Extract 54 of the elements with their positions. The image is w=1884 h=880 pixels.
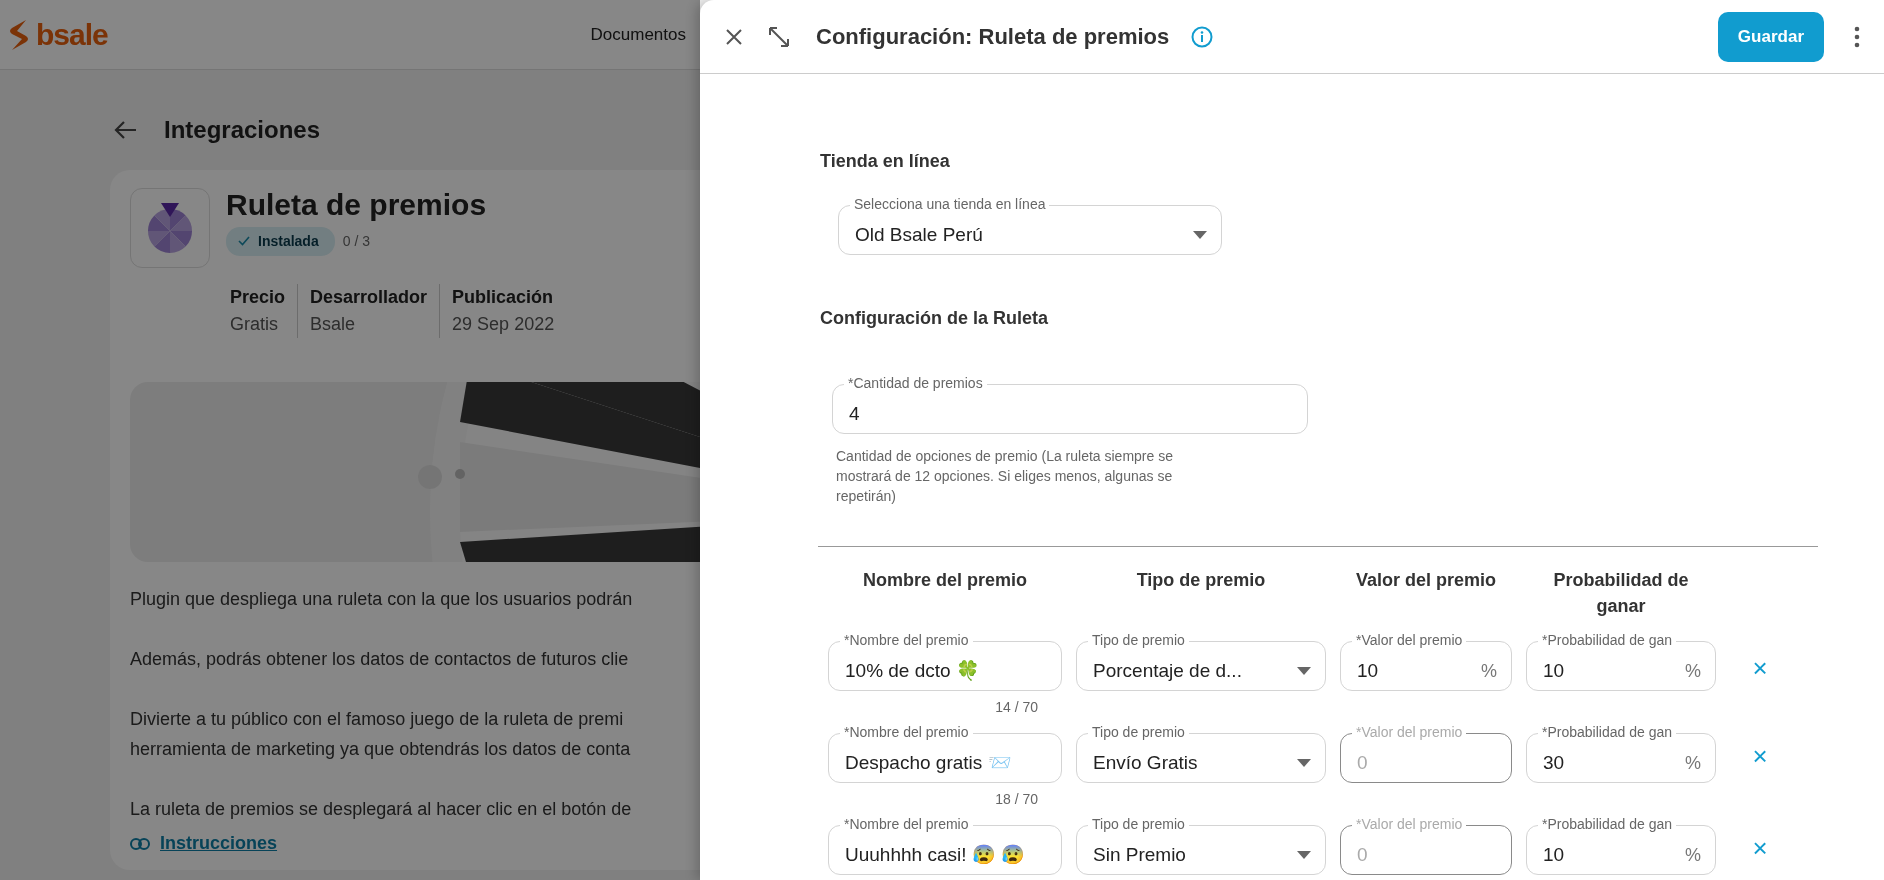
column-header: Nombre del premio [862,569,1028,592]
field-label: *Probabilidad de gan [1538,723,1676,741]
description-paragraph: Divierte a tu público con el famoso juego de la ruleta de premi herramienta de marketing ya que obtendrás los datos de conta [130,708,632,761]
field-label: Tipo de premio [1088,631,1189,649]
meta-value: 29 Sep 2022 [452,313,555,336]
description-paragraph: Plugin que despliega una ruleta con la que los usuarios podrán [130,588,634,611]
field-label: *Valor del premio [1352,631,1467,649]
help-text: Cantidad de opciones de premio (La ruleta siempre se mostrará de 12 opciones. Si eliges menos, algunas se repetirán) [836,447,1174,506]
unit-suffix: % [1481,659,1497,683]
caret-icon [1297,851,1311,859]
page-title: Integraciones [164,115,321,145]
app-name: Ruleta de premios [226,188,487,223]
check-icon [238,236,250,246]
section-heading: Tienda en línea [820,150,951,173]
caret-icon [1193,231,1207,239]
more-icon [1854,25,1860,48]
info-icon [1191,25,1214,48]
meta-label: Precio [230,286,286,309]
logo-text: bsale [36,17,108,53]
link-icon [130,837,150,850]
expand-icon [768,25,790,48]
field-label: *Nombre del premio [840,815,973,833]
nav-link[interactable]: Documentos [590,21,686,48]
drawer-title: Configuración: Ruleta de premios [816,23,1170,51]
status-badge: Instalada [226,226,335,256]
unit-suffix: % [1685,751,1701,775]
meta-value: Bsale [310,313,357,336]
description-paragraph: La ruleta de premios se desplegará al hacer clic en el botón de [130,798,633,820]
caret-icon [1297,759,1311,767]
close-icon [726,28,742,45]
field-label: *Valor del premio [1352,723,1467,741]
char-counter: 18 / 70 [994,790,1038,809]
field-label: *Valor del premio [1352,815,1467,833]
field-label: *Cantidad de premios [844,374,987,392]
meta-label: Desarrollador [310,286,428,309]
unit-suffix: % [1685,659,1701,683]
caret-icon [1297,667,1311,675]
field-label: *Probabilidad de gan [1538,815,1676,833]
char-counter: 14 / 70 [994,698,1038,717]
field-label: *Nombre del premio [840,631,973,649]
install-count: 0 / 3 [342,231,370,251]
field-label: Tipo de premio [1088,815,1189,833]
field-label: Tipo de premio [1088,723,1189,741]
meta-value: Gratis [230,313,279,336]
meta-label: Publicación [452,286,555,309]
column-header: Tipo de premio [1135,569,1267,592]
field-label: *Probabilidad de gan [1538,631,1676,649]
app-icon [130,188,210,268]
description-paragraph: Además, podrás obtener los datos de contactos de futuros clie [130,648,630,671]
unit-suffix: % [1685,843,1701,867]
column-header: Probabilidad de ganar [1552,569,1690,618]
column-header: Valor del premio [1354,569,1497,592]
section-heading: Configuración de la Ruleta [820,307,1050,330]
field-label: *Nombre del premio [840,723,973,741]
